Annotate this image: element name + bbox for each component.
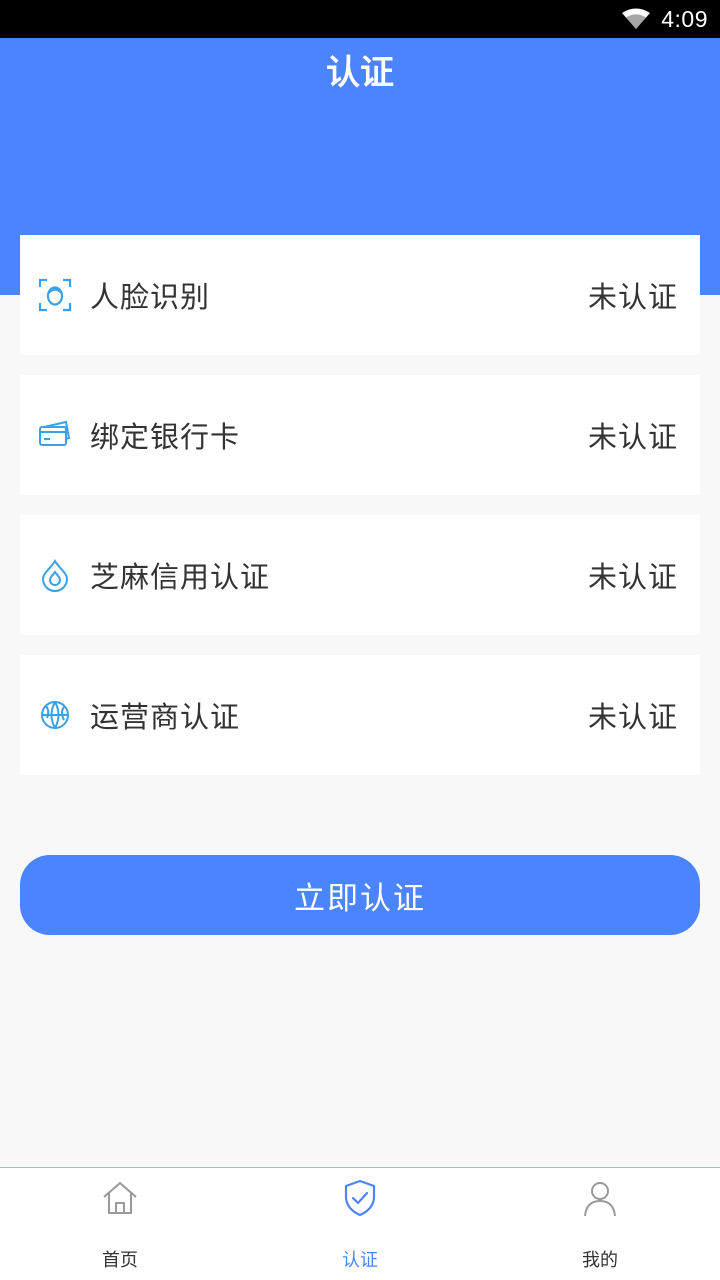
verify-now-button[interactable]: 立即认证 (20, 855, 700, 935)
status-time: 4:09 (661, 5, 708, 32)
user-icon (580, 1178, 620, 1218)
card-label: 运营商认证 (90, 700, 241, 734)
card-carrier[interactable]: 运营商认证 未认证 (20, 655, 700, 775)
verification-list: 人脸识别 未认证 绑定银行卡 未认证 芝麻信用认证 未认证 运营商认证 未认证 (20, 235, 700, 795)
home-icon (100, 1178, 140, 1218)
card-sesame-credit[interactable]: 芝麻信用认证 未认证 (20, 515, 700, 635)
card-face-recognition[interactable]: 人脸识别 未认证 (20, 235, 700, 355)
card-status: 未认证 (587, 700, 678, 734)
drop-icon (38, 558, 72, 592)
nav-item-home[interactable]: 首页 (0, 1168, 240, 1280)
shield-check-icon (340, 1178, 380, 1218)
page-title: 认证 (326, 52, 394, 93)
card-status: 未认证 (587, 560, 678, 594)
globe-icon (38, 698, 72, 732)
bottom-nav: 首页 认证 我的 (0, 1167, 720, 1280)
status-bar: 4:09 (0, 0, 720, 38)
nav-label: 首页 (102, 1250, 138, 1271)
card-status: 未认证 (587, 280, 678, 314)
card-status: 未认证 (587, 420, 678, 454)
card-label: 人脸识别 (90, 280, 211, 314)
bank-card-icon (38, 418, 72, 452)
nav-item-verify[interactable]: 认证 (240, 1168, 480, 1280)
nav-label: 我的 (582, 1250, 618, 1271)
nav-label: 认证 (342, 1250, 378, 1271)
face-scan-icon (38, 278, 72, 312)
nav-item-mine[interactable]: 我的 (480, 1168, 720, 1280)
card-bank-card[interactable]: 绑定银行卡 未认证 (20, 375, 700, 495)
wifi-icon (622, 8, 651, 29)
screen: 4:09 认证 人脸识别 未认证 绑定银行卡 未认证 芝麻信用认证 未认证 运营… (0, 0, 720, 1280)
card-label: 绑定银行卡 (90, 420, 241, 454)
card-label: 芝麻信用认证 (90, 560, 271, 594)
